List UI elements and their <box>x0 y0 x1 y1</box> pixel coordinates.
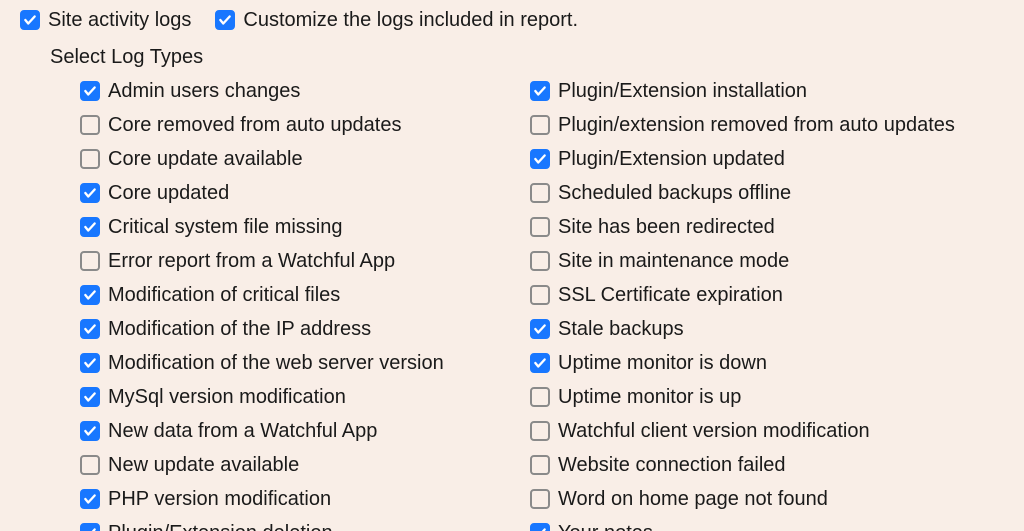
log-types-right-column: Plugin/Extension installation Plugin/exte… <box>530 79 1000 531</box>
log-type-checkbox[interactable] <box>530 81 550 101</box>
log-type-checkbox[interactable] <box>80 251 100 271</box>
log-type-label: Uptime monitor is up <box>558 385 741 409</box>
site-activity-logs-checkbox[interactable] <box>20 10 40 30</box>
log-type-checkbox[interactable] <box>80 217 100 237</box>
log-type-checkbox[interactable] <box>80 149 100 169</box>
log-type-label: Plugin/Extension installation <box>558 79 807 103</box>
customize-logs-label: Customize the logs included in report. <box>243 8 578 32</box>
log-type-checkbox[interactable] <box>530 523 550 531</box>
log-type-label: Plugin/Extension deletion <box>108 521 333 531</box>
log-type-item: New data from a Watchful App <box>80 419 530 443</box>
log-type-item: Plugin/Extension updated <box>530 147 1000 171</box>
log-type-checkbox[interactable] <box>530 319 550 339</box>
log-type-label: PHP version modification <box>108 487 331 511</box>
log-type-item: Word on home page not found <box>530 487 1000 511</box>
log-type-checkbox[interactable] <box>80 81 100 101</box>
log-type-item: Stale backups <box>530 317 1000 341</box>
log-type-label: Core update available <box>108 147 303 171</box>
log-type-checkbox[interactable] <box>530 183 550 203</box>
log-type-label: SSL Certificate expiration <box>558 283 783 307</box>
log-types-columns: Admin users changes Core removed from aut… <box>80 79 1004 531</box>
log-type-checkbox[interactable] <box>80 489 100 509</box>
log-type-checkbox[interactable] <box>80 115 100 135</box>
log-type-item: Modification of the web server version <box>80 351 530 375</box>
log-type-label: Modification of the web server version <box>108 351 444 375</box>
select-log-types-heading: Select Log Types <box>50 46 1004 69</box>
log-type-checkbox[interactable] <box>530 115 550 135</box>
log-type-item: Error report from a Watchful App <box>80 249 530 273</box>
log-type-item: Scheduled backups offline <box>530 181 1000 205</box>
log-type-item: Uptime monitor is up <box>530 385 1000 409</box>
log-type-item: Plugin/extension removed from auto updat… <box>530 113 1000 137</box>
log-type-label: MySql version modification <box>108 385 346 409</box>
log-type-checkbox[interactable] <box>80 285 100 305</box>
site-activity-logs-label: Site activity logs <box>48 8 191 32</box>
log-type-label: Critical system file missing <box>108 215 342 239</box>
log-type-item: Modification of critical files <box>80 283 530 307</box>
log-type-label: Error report from a Watchful App <box>108 249 395 273</box>
log-type-item: Core removed from auto updates <box>80 113 530 137</box>
log-type-label: New data from a Watchful App <box>108 419 377 443</box>
log-type-checkbox[interactable] <box>530 149 550 169</box>
customize-logs-checkbox[interactable] <box>215 10 235 30</box>
log-type-item: Watchful client version modification <box>530 419 1000 443</box>
site-activity-logs-option: Site activity logs <box>20 8 191 32</box>
log-type-checkbox[interactable] <box>530 353 550 373</box>
log-type-label: New update available <box>108 453 299 477</box>
log-type-label: Core updated <box>108 181 229 205</box>
log-type-label: Modification of the IP address <box>108 317 371 341</box>
log-type-item: Plugin/Extension installation <box>530 79 1000 103</box>
log-type-item: Website connection failed <box>530 453 1000 477</box>
log-type-item: Critical system file missing <box>80 215 530 239</box>
log-type-label: Uptime monitor is down <box>558 351 767 375</box>
log-type-label: Scheduled backups offline <box>558 181 791 205</box>
log-type-item: Your notes <box>530 521 1000 531</box>
log-type-label: Your notes <box>558 521 653 531</box>
log-type-item: MySql version modification <box>80 385 530 409</box>
log-type-label: Plugin/extension removed from auto updat… <box>558 113 955 137</box>
log-type-label: Site has been redirected <box>558 215 775 239</box>
log-type-checkbox[interactable] <box>80 387 100 407</box>
log-type-item: New update available <box>80 453 530 477</box>
log-type-label: Word on home page not found <box>558 487 828 511</box>
log-type-checkbox[interactable] <box>530 251 550 271</box>
log-type-label: Watchful client version modification <box>558 419 870 443</box>
log-type-item: Site has been redirected <box>530 215 1000 239</box>
log-type-checkbox[interactable] <box>80 455 100 475</box>
log-type-label: Stale backups <box>558 317 684 341</box>
log-type-item: Core update available <box>80 147 530 171</box>
log-type-label: Website connection failed <box>558 453 786 477</box>
customize-logs-option: Customize the logs included in report. <box>215 8 578 32</box>
log-type-label: Core removed from auto updates <box>108 113 402 137</box>
log-type-item: Site in maintenance mode <box>530 249 1000 273</box>
log-type-checkbox[interactable] <box>530 489 550 509</box>
log-type-label: Admin users changes <box>108 79 300 103</box>
log-type-checkbox[interactable] <box>530 421 550 441</box>
log-type-checkbox[interactable] <box>80 523 100 531</box>
log-type-checkbox[interactable] <box>530 285 550 305</box>
log-type-checkbox[interactable] <box>530 217 550 237</box>
log-types-left-column: Admin users changes Core removed from aut… <box>80 79 530 531</box>
log-type-item: Uptime monitor is down <box>530 351 1000 375</box>
log-type-checkbox[interactable] <box>530 387 550 407</box>
log-type-label: Site in maintenance mode <box>558 249 789 273</box>
log-type-checkbox[interactable] <box>530 455 550 475</box>
log-type-item: PHP version modification <box>80 487 530 511</box>
log-type-checkbox[interactable] <box>80 183 100 203</box>
log-type-checkbox[interactable] <box>80 421 100 441</box>
log-type-checkbox[interactable] <box>80 319 100 339</box>
log-type-checkbox[interactable] <box>80 353 100 373</box>
log-type-label: Modification of critical files <box>108 283 340 307</box>
log-type-label: Plugin/Extension updated <box>558 147 785 171</box>
log-type-item: Admin users changes <box>80 79 530 103</box>
top-options-row: Site activity logs Customize the logs in… <box>20 8 1004 32</box>
log-type-item: Plugin/Extension deletion <box>80 521 530 531</box>
log-type-item: Core updated <box>80 181 530 205</box>
log-type-item: SSL Certificate expiration <box>530 283 1000 307</box>
log-type-item: Modification of the IP address <box>80 317 530 341</box>
